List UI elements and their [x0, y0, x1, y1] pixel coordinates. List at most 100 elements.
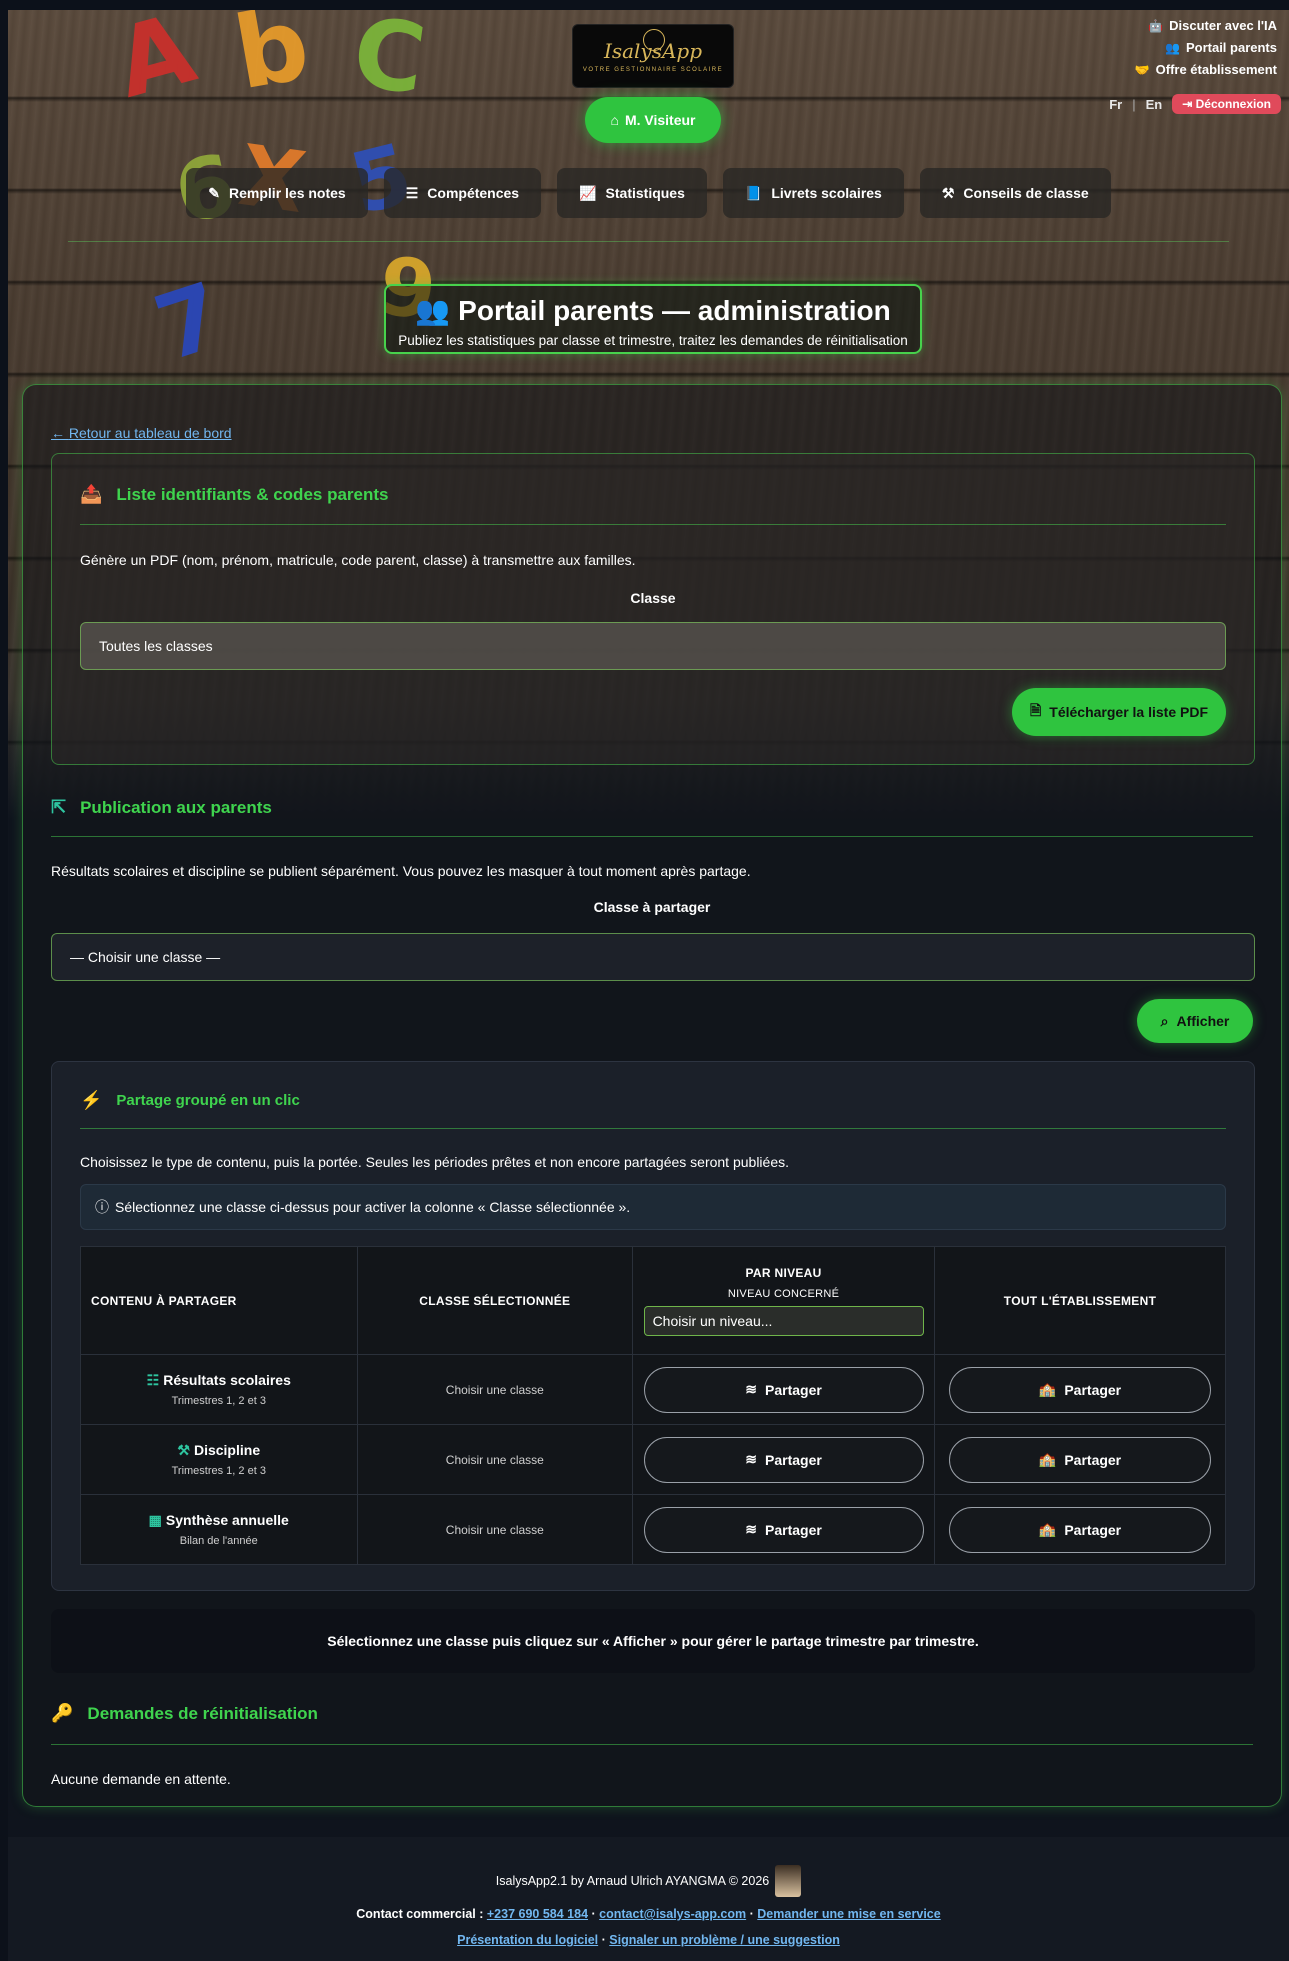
download-pdf-label: Télécharger la liste PDF [1049, 704, 1208, 720]
nav-statistics[interactable]: 📈 Statistiques [557, 168, 707, 218]
group-share-desc: Choisissez le type de contenu, puis la p… [80, 1154, 789, 1170]
header-by-level: PAR NIVEAU NIVEAU CONCERNÉ Choisir un ni… [632, 1246, 936, 1355]
edit-icon: ✎ [208, 184, 221, 201]
calendar-icon: ▦ [148, 1512, 162, 1528]
school-offer-link[interactable]: 🤝 Offre établissement [1135, 62, 1277, 77]
bolt-icon: ⚡ [80, 1090, 103, 1110]
language-switcher: Fr | En ⇥ Déconnexion [1109, 94, 1281, 114]
row-title-text: Résultats scolaires [163, 1372, 291, 1388]
list-ol-icon: ☷ [146, 1372, 160, 1388]
nav-report-books[interactable]: 📘 Livrets scolaires [722, 168, 904, 218]
parent-ids-title: Liste identifiants & codes parents [116, 484, 389, 504]
share-school-button[interactable]: 🏫 Partager [949, 1436, 1212, 1483]
nav-divider [68, 241, 1229, 242]
reset-heading: 🔑 Demandes de réinitialisation [51, 1703, 318, 1724]
footer-links-row: Présentation du logiciel · Signaler un p… [8, 1933, 1289, 1947]
nav-class-councils[interactable]: ⚒ Conseils de classe [919, 168, 1111, 218]
logo-emblem [643, 29, 665, 51]
share-label: Partager [1064, 1521, 1122, 1538]
nav-label: Remplir les notes [229, 185, 346, 201]
visitor-label: M. Visiteur [624, 112, 696, 128]
logo-tagline: VOTRE GESTIONNAIRE SCOLAIRE [582, 67, 724, 73]
visitor-home-button[interactable]: ⌂ M. Visiteur [585, 97, 721, 143]
phone-link[interactable]: +237 690 584 184 [487, 1907, 588, 1921]
class-label: Classe [630, 590, 676, 606]
share-class-label: Classe à partager [593, 899, 711, 915]
lang-en[interactable]: En [1146, 97, 1163, 112]
share-by-level-button[interactable]: ≋ Partager [643, 1506, 924, 1553]
nav-competences[interactable]: ☰ Compétences [383, 168, 542, 218]
share-by-level-button[interactable]: ≋ Partager [643, 1366, 924, 1413]
decor-letter: b [226, 10, 318, 113]
share-school-button[interactable]: 🏫 Partager [949, 1366, 1212, 1413]
share-class-select[interactable]: — Choisir une classe — [51, 933, 1255, 981]
parents-portal-link[interactable]: 👥 Portail parents [1135, 40, 1277, 55]
page-subtitle: Publiez les statistiques par classe et t… [398, 333, 908, 348]
divider [51, 836, 1253, 837]
top-links: 🤖 Discuter avec l'IA 👥 Portail parents 🤝 Of… [1135, 18, 1277, 84]
logout-icon: ⇥ [1182, 97, 1196, 111]
row-school-cell: 🏫 Partager [934, 1424, 1226, 1495]
back-to-dashboard-link[interactable]: ← Retour au tableau de bord [51, 425, 232, 441]
header-selected-class: CLASSE SÉLECTIONNÉE [356, 1246, 634, 1355]
footer-credit: IsalysApp2.1 by Arnaud Ulrich AYANGMA © … [495, 1874, 770, 1888]
decor-letter: 7 [143, 262, 236, 383]
info-text: Sélectionnez une classe ci-dessus pour a… [115, 1199, 631, 1215]
footer-contact-row: Contact commercial : +237 690 584 184 · … [8, 1907, 1289, 1921]
arrow-left-icon: ← [51, 425, 69, 441]
share-square-icon: ⇱ [51, 797, 67, 817]
handshake-icon: 🤝 [1134, 63, 1150, 77]
publication-heading: ⇱ Publication aux parents [51, 797, 272, 818]
ai-chat-link[interactable]: 🤖 Discuter avec l'IA [1135, 18, 1277, 33]
back-label: Retour au tableau de bord [68, 425, 232, 441]
share-label: Partager [1064, 1451, 1122, 1468]
class-select[interactable]: Toutes les classes [80, 622, 1226, 670]
publication-desc: Résultats scolaires et discipline se pub… [51, 863, 751, 879]
share-school-button[interactable]: 🏫 Partager [949, 1506, 1212, 1553]
row-title: ⚒ Discipline [81, 1442, 357, 1459]
presentation-link[interactable]: Présentation du logiciel [457, 1933, 598, 1947]
row-content: ⚒ Discipline Trimestres 1, 2 et 3 [80, 1424, 358, 1495]
nav-label: Livrets scolaires [771, 185, 882, 201]
request-service-link[interactable]: Demander une mise en service [757, 1907, 940, 1921]
chart-line-icon: 📈 [579, 184, 597, 201]
share-label: Partager [765, 1521, 822, 1538]
email-link[interactable]: contact@isalys-app.com [599, 1907, 746, 1921]
layers-icon: ≋ [745, 1451, 758, 1467]
download-pdf-button[interactable]: 🗎 Télécharger la liste PDF [1012, 688, 1226, 736]
search-icon: ⌕ [1160, 1012, 1169, 1029]
lang-fr[interactable]: Fr [1109, 97, 1122, 112]
nav-label: Statistiques [605, 185, 685, 201]
row-school-cell: 🏫 Partager [934, 1354, 1226, 1425]
share-by-level-button[interactable]: ≋ Partager [643, 1436, 924, 1483]
row-title-text: Synthèse annuelle [165, 1512, 289, 1528]
table-row: ⚒ Discipline Trimestres 1, 2 et 3 Choisir… [80, 1424, 1226, 1495]
level-select[interactable]: Choisir un niveau... [643, 1305, 924, 1336]
robot-icon: 🤖 [1148, 19, 1164, 33]
share-class-select-value: — Choisir une classe — [70, 949, 221, 965]
logout-button[interactable]: ⇥ Déconnexion [1172, 94, 1281, 114]
app-logo[interactable]: IsalysApp VOTRE GESTIONNAIRE SCOLAIRE [572, 24, 734, 88]
users-icon: 👥 [415, 295, 451, 326]
page-title-box: 👥 Portail parents — administration Publie… [384, 284, 922, 354]
report-problem-link[interactable]: Signaler un problème / une suggestion [609, 1933, 840, 1947]
share-label: Partager [1064, 1381, 1122, 1398]
gavel-icon: ⚒ [941, 184, 955, 201]
page-title: 👥 Portail parents — administration [386, 294, 920, 327]
show-button[interactable]: ⌕ Afficher [1137, 999, 1253, 1043]
layers-icon: ≋ [745, 1521, 758, 1537]
decor-letter: C [346, 10, 432, 117]
table-row: ☷ Résultats scolaires Trimestres 1, 2 et … [80, 1354, 1226, 1425]
nav-label: Conseils de classe [963, 185, 1089, 201]
main-nav: ✎ Remplir les notes ☰ Compétences 📈 Statist… [8, 168, 1289, 218]
users-icon: 👥 [1165, 41, 1180, 55]
file-pdf-icon: 🗎 [1030, 702, 1042, 718]
row-content: ☷ Résultats scolaires Trimestres 1, 2 et … [80, 1354, 358, 1425]
separator: · [601, 1933, 606, 1947]
parents-portal-label: Portail parents [1185, 40, 1277, 55]
group-share-card: ⚡ Partage groupé en un clic Choisissez l… [51, 1061, 1255, 1591]
row-selected-class: Choisir une classe [356, 1494, 634, 1565]
list-check-icon: ☰ [405, 184, 419, 201]
row-sub: Bilan de l'année [179, 1535, 258, 1547]
nav-fill-grades[interactable]: ✎ Remplir les notes [186, 168, 368, 218]
